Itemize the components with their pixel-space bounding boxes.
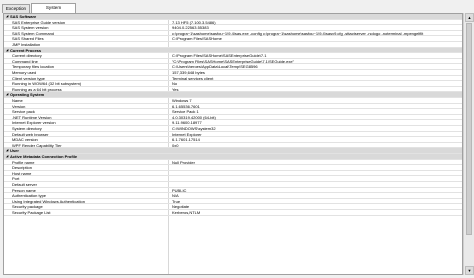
property-value: Null Provider xyxy=(172,159,195,165)
property-value: True xyxy=(172,198,181,204)
property-value: Windows 7 xyxy=(172,98,192,103)
tab-exception[interactable]: Exception xyxy=(2,4,30,13)
property-name: SAS System Command xyxy=(12,30,55,36)
collapse-arrow-icon[interactable]: ◢ xyxy=(6,154,8,158)
property-name: Using Integrated Windows Authentication xyxy=(12,198,85,204)
tab-system-configuration[interactable]: System Configuration xyxy=(31,3,76,18)
property-name: SAS System version xyxy=(12,25,49,31)
property-value: C:\Users\heroes\AppData\Local\Temp\SEG85… xyxy=(172,64,258,70)
property-value: 6.1.7601.17514 xyxy=(172,137,200,143)
property-value: "C:\Program Files\SASHome\SASEnterpriseG… xyxy=(172,58,295,64)
property-value: 7.13 HF5 (7.100.3.5486) xyxy=(172,19,216,25)
property-name: Security Package List xyxy=(12,210,51,215)
property-value: c:\progra~1\sashome\sasfou~1\9.4\sas.exe… xyxy=(172,30,424,36)
section-title: SAS Software xyxy=(10,14,37,19)
collapse-arrow-icon[interactable]: ◢ xyxy=(6,14,8,18)
property-name: Host name xyxy=(12,170,32,176)
property-name: Name xyxy=(12,98,23,103)
property-name: Port xyxy=(12,176,20,182)
property-value: N/A xyxy=(172,193,179,199)
property-value: Negotiate xyxy=(172,204,190,210)
property-name: Authentication type xyxy=(12,193,47,199)
system-configuration-grid: ◢ SAS Software SAS Enterprise Guide versio… xyxy=(3,13,463,275)
property-value: 9404.0.22563.55383 xyxy=(172,25,209,31)
property-name: Client version type xyxy=(12,75,45,81)
section-title: Operating System xyxy=(10,92,45,98)
collapse-arrow-icon[interactable]: ◢ xyxy=(6,48,8,52)
property-value: PUBLIC xyxy=(172,187,187,193)
property-name: Internet Explorer version xyxy=(12,120,56,126)
vertical-scrollbar[interactable]: ▲ ▼ xyxy=(463,13,474,275)
property-name: System directory xyxy=(12,126,42,131)
property-value: C:\WINDOWS\system32 xyxy=(172,126,216,131)
scroll-up-arrow-icon[interactable]: ▲ xyxy=(465,13,474,22)
property-value: C:\Program Files\SASHome xyxy=(172,36,222,42)
property-name: Description xyxy=(12,165,33,171)
property-name: Memory used xyxy=(12,70,37,75)
property-value: 0x0 xyxy=(172,142,179,148)
property-name: Service pack xyxy=(12,109,35,115)
property-value: Internet Explorer xyxy=(172,131,202,137)
property-name: Temporary files location xyxy=(12,64,55,70)
property-name: Current directory xyxy=(12,53,42,59)
property-name: Security package xyxy=(12,204,43,210)
property-name: Profile name xyxy=(12,159,35,165)
section-title: Current Process xyxy=(10,47,42,53)
section-title: Active Metadata Connection Profile xyxy=(10,154,78,159)
section-title: User xyxy=(10,148,19,154)
tab-strip: Exception System Configuration xyxy=(0,0,474,18)
property-value: Kerberos,NTLM xyxy=(172,210,201,215)
property-value: Service Pack 1 xyxy=(172,109,199,115)
scroll-thumb[interactable] xyxy=(466,23,472,235)
property-value: No xyxy=(172,81,178,87)
property-name: Default server xyxy=(12,182,37,187)
collapse-arrow-icon[interactable]: ◢ xyxy=(6,93,8,96)
property-name: Version xyxy=(12,103,26,109)
property-value: 4.0.30319.42000 (64-bit) xyxy=(172,114,216,120)
scroll-down-arrow-icon[interactable]: ▼ xyxy=(465,266,474,275)
property-name: Person name xyxy=(12,187,36,193)
property-row[interactable]: Security Package List Kerberos,NTLM xyxy=(4,210,462,216)
property-value: C:\Program Files\SASHome\SASEnterpriseGu… xyxy=(172,53,267,59)
property-name: MDAC version xyxy=(12,137,38,143)
property-name: Running in WOW64 (32 bit subsystem) xyxy=(12,81,82,87)
property-name: SAS Shared Files xyxy=(12,36,44,42)
property-value: 9.11.9600.18977 xyxy=(172,120,202,126)
property-name: WPF Render Capability Tier xyxy=(12,142,62,148)
property-name: Command line xyxy=(12,58,38,64)
property-value: Yes xyxy=(172,86,179,92)
property-value: Terminal services client xyxy=(172,75,214,81)
property-name: .NET Runtime Version xyxy=(12,114,52,120)
property-name: Default web browser xyxy=(12,131,49,137)
property-name: SAS Enterprise Guide version xyxy=(12,19,66,25)
property-value: 157,339,648 bytes xyxy=(172,70,205,75)
property-name: Running as a 64 bit process xyxy=(12,86,62,92)
collapse-arrow-icon[interactable]: ◢ xyxy=(6,149,8,152)
property-value: 6.1.65536.7601 xyxy=(172,103,200,109)
property-name: JMP Installation xyxy=(12,42,41,47)
